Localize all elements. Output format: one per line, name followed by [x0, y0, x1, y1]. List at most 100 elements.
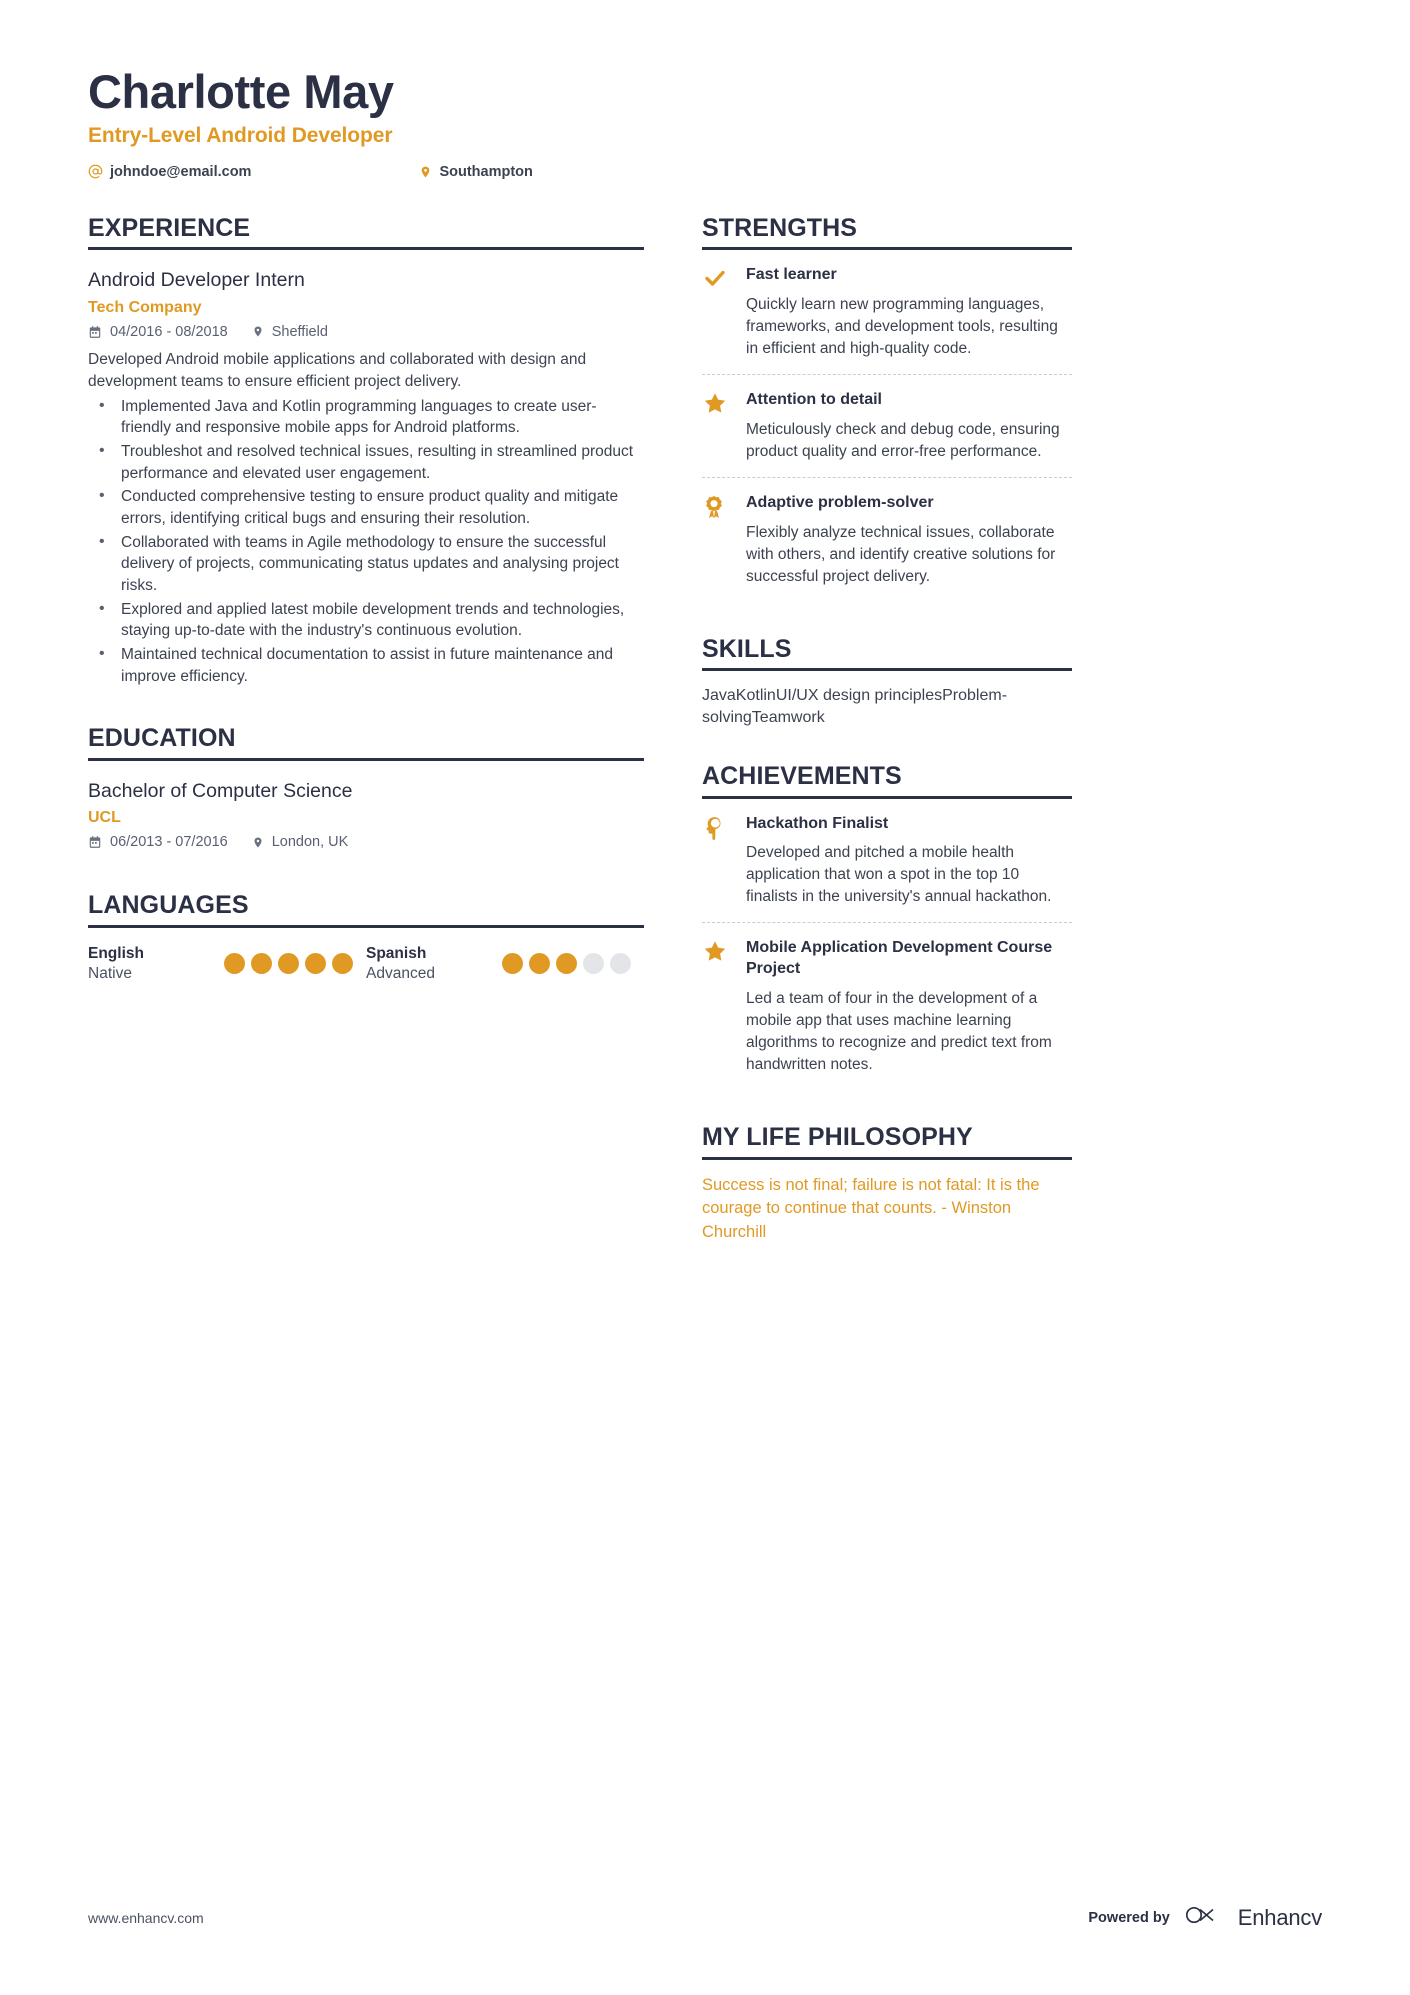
strength-title: Adaptive problem-solver	[746, 493, 934, 511]
strength-text: Meticulously check and debug code, ensur…	[746, 420, 1060, 460]
experience-meta: 04/2016 - 08/2018 Sheffield	[88, 324, 644, 340]
education-meta: 06/2013 - 07/2016 London, UK	[88, 834, 644, 850]
right-column: STRENGTHS Fast learner Quickly learn new…	[702, 213, 1072, 1248]
resume-page: Charlotte May Entry-Level Android Develo…	[0, 0, 1410, 1995]
location-pin-icon	[252, 835, 264, 850]
achievement-item: Mobile Application Development Course Pr…	[702, 922, 1072, 1090]
achievement-body: Hackathon Finalist Developed and pitched…	[746, 814, 1072, 909]
language-labels: English Native	[88, 944, 224, 984]
education-degree: Bachelor of Computer Science	[88, 779, 353, 802]
section-title-experience: EXPERIENCE	[88, 213, 251, 242]
left-column: EXPERIENCE Android Developer Intern Tech…	[88, 213, 644, 986]
education-school: UCL	[88, 809, 121, 827]
section-title-philosophy: MY LIFE PHILOSOPHY	[702, 1123, 973, 1152]
language-rating-dots	[224, 953, 353, 975]
experience-position: Android Developer Intern	[88, 269, 305, 292]
experience-company: Tech Company	[88, 298, 202, 316]
achievement-text: Developed and pitched a mobile health ap…	[746, 844, 1052, 906]
section-rule	[702, 1156, 1072, 1160]
strength-body: Fast learner Quickly learn new programmi…	[746, 265, 1072, 360]
language-rating-dots	[502, 953, 631, 975]
section-title-achievements: ACHIEVEMENTS	[702, 762, 902, 791]
resume-footer: www.enhancv.com Powered by Enhancv	[88, 1902, 1322, 1933]
experience-description: Developed Android mobile applications an…	[88, 350, 587, 390]
section-rule	[702, 668, 1072, 672]
language-name: English	[88, 944, 144, 962]
footer-url[interactable]: www.enhancv.com	[88, 1910, 204, 1926]
rating-dot	[610, 953, 631, 975]
experience-dates-text: 04/2016 - 08/2018	[110, 323, 228, 340]
section-education: EDUCATION Bachelor of Computer Science U…	[88, 725, 644, 850]
rating-dot	[529, 953, 550, 975]
rating-dot	[251, 953, 272, 975]
achievement-text: Led a team of four in the development of…	[746, 990, 1052, 1074]
rating-dot	[583, 953, 604, 975]
resume-columns: EXPERIENCE Android Developer Intern Tech…	[88, 213, 1322, 1248]
achievement-item: Hackathon Finalist Developed and pitched…	[702, 799, 1072, 923]
strength-title: Fast learner	[746, 266, 837, 284]
section-rule	[88, 247, 644, 251]
section-title-education: EDUCATION	[88, 724, 236, 753]
location-pin-icon	[252, 324, 264, 339]
experience-bullet: Troubleshot and resolved technical issue…	[88, 440, 644, 484]
strength-text: Quickly learn new programming languages,…	[746, 295, 1058, 357]
strength-item: Attention to detail Meticulously check a…	[702, 373, 1072, 477]
education-location: London, UK	[252, 834, 349, 851]
education-location-text: London, UK	[271, 834, 349, 851]
strength-item: Adaptive problem-solver Flexibly analyze…	[702, 476, 1072, 602]
lightbulb-head-icon	[702, 814, 746, 909]
star-icon	[702, 938, 746, 1076]
star-icon	[702, 390, 746, 463]
experience-location: Sheffield	[252, 324, 328, 340]
powered-by-label: Powered by	[1088, 1909, 1170, 1926]
calendar-icon	[88, 325, 102, 339]
languages-grid: English Native Spanish Advanced	[88, 944, 644, 984]
section-rule	[88, 757, 644, 761]
language-level: Native	[88, 964, 132, 982]
contact-row: johndoe@email.com Southampton	[88, 161, 1322, 183]
experience-bullet: Conducted comprehensive testing to ensur…	[88, 485, 644, 529]
philosophy-text: Success is not final; failure is not fat…	[702, 1175, 1040, 1242]
achievement-body: Mobile Application Development Course Pr…	[746, 938, 1072, 1076]
experience-location-text: Sheffield	[271, 323, 328, 340]
section-skills: SKILLS JavaKotlinUI/UX design principles…	[702, 635, 1072, 730]
strength-body: Attention to detail Meticulously check a…	[746, 390, 1072, 463]
rating-dot	[305, 953, 326, 975]
contact-location: Southampton	[419, 163, 533, 180]
achievement-title: Mobile Application Development Course Pr…	[746, 939, 1053, 978]
resume-sheet: Charlotte May Entry-Level Android Develo…	[0, 0, 1410, 1995]
contact-location-text: Southampton	[439, 163, 533, 180]
location-pin-icon	[419, 164, 432, 180]
achievement-title: Hackathon Finalist	[746, 814, 889, 832]
rating-dot	[224, 953, 245, 975]
section-philosophy: MY LIFE PHILOSOPHY Success is not final;…	[702, 1124, 1072, 1245]
contact-email-text: johndoe@email.com	[110, 163, 252, 180]
rating-dot	[502, 953, 523, 975]
check-icon	[702, 265, 746, 360]
section-languages: LANGUAGES English Native Spanish Advance…	[88, 892, 644, 984]
contact-email[interactable]: johndoe@email.com	[88, 164, 251, 180]
section-experience: EXPERIENCE Android Developer Intern Tech…	[88, 213, 644, 688]
education-dates-text: 06/2013 - 07/2016	[110, 834, 228, 851]
strength-body: Adaptive problem-solver Flexibly analyze…	[746, 493, 1072, 588]
brand-name: Enhancv	[1237, 1904, 1322, 1930]
rating-dot	[278, 953, 299, 975]
experience-dates: 04/2016 - 08/2018	[88, 324, 228, 340]
experience-bullets: Implemented Java and Kotlin programming …	[88, 394, 644, 688]
education-dates: 06/2013 - 07/2016	[88, 834, 228, 850]
enhancv-logo-icon	[1182, 1902, 1226, 1933]
section-title-strengths: STRENGTHS	[702, 213, 858, 242]
at-icon	[88, 164, 103, 179]
section-rule	[88, 924, 644, 928]
rating-dot	[332, 953, 353, 975]
experience-bullet: Implemented Java and Kotlin programming …	[88, 394, 644, 439]
language-name: Spanish	[366, 944, 427, 962]
candidate-name: Charlotte May	[88, 65, 394, 118]
resume-header: Charlotte May Entry-Level Android Develo…	[88, 65, 1322, 183]
strength-text: Flexibly analyze technical issues, colla…	[746, 523, 1056, 585]
footer-brand: Powered by Enhancv	[1088, 1902, 1322, 1933]
award-ribbon-icon	[702, 493, 746, 588]
experience-bullet: Collaborated with teams in Agile methodo…	[88, 531, 644, 597]
section-title-languages: LANGUAGES	[88, 891, 249, 920]
language-item: English Native	[88, 944, 366, 984]
